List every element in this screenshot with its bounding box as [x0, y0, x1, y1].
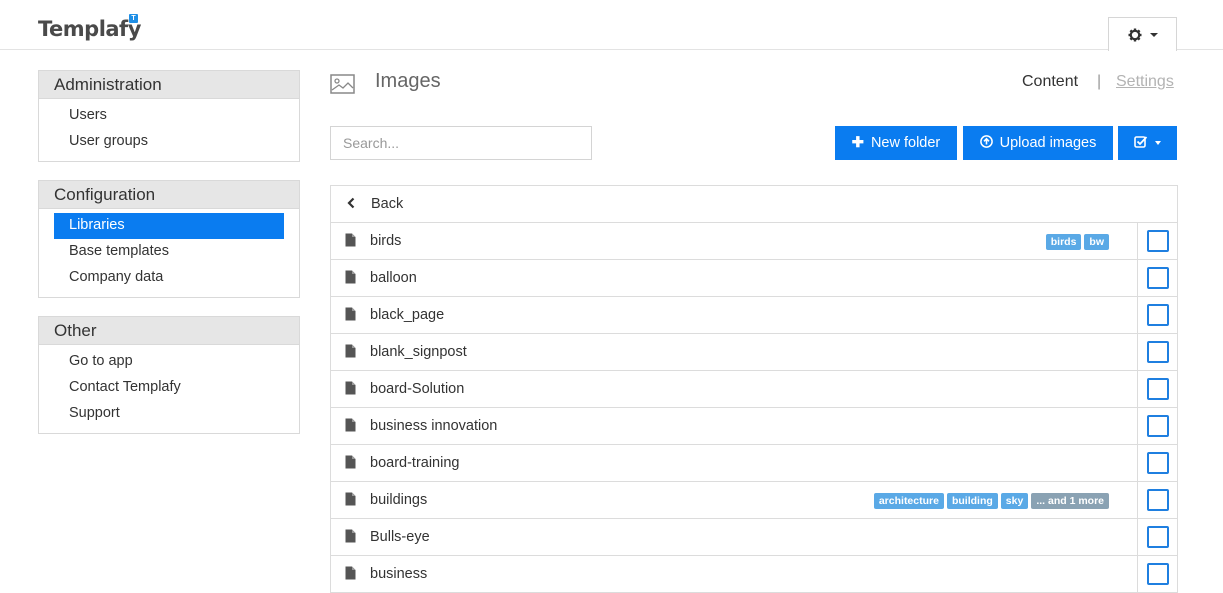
item-name[interactable]: birds	[370, 233, 401, 249]
list-item[interactable]: buildings architecture building sky... and …	[331, 482, 1177, 519]
list-item[interactable]: black_page	[331, 297, 1177, 334]
chevron-down-icon	[1150, 33, 1158, 37]
page-title: Images	[375, 70, 441, 92]
tag-badge[interactable]: sky	[1000, 493, 1029, 509]
tag-badge[interactable]: building	[946, 493, 998, 509]
row-checkbox[interactable]	[1147, 563, 1169, 585]
back-label: Back	[371, 196, 404, 212]
row-checkbox[interactable]	[1147, 489, 1169, 511]
select-cell	[1137, 260, 1178, 296]
file-icon	[345, 344, 356, 363]
item-name[interactable]: business	[370, 566, 427, 582]
chevron-left-icon	[347, 197, 355, 209]
select-cell	[1137, 482, 1178, 518]
select-cell	[1137, 334, 1178, 370]
item-name[interactable]: business innovation	[370, 418, 497, 434]
list-item[interactable]: blank_signpost	[331, 334, 1177, 371]
back-row[interactable]: Back	[331, 186, 1177, 223]
file-icon	[345, 307, 356, 326]
list-item[interactable]: business	[331, 556, 1177, 593]
bulk-select-dropdown-button[interactable]	[1118, 126, 1177, 160]
item-name[interactable]: blank_signpost	[370, 344, 467, 360]
panel-title: Configuration	[39, 181, 299, 209]
item-name[interactable]: Bulls-eye	[370, 529, 430, 545]
tag-badge[interactable]: birds	[1045, 234, 1082, 250]
row-checkbox[interactable]	[1147, 267, 1169, 289]
list-item[interactable]: board-training	[331, 445, 1177, 482]
search-input[interactable]	[330, 126, 592, 160]
new-folder-label: New folder	[870, 135, 941, 151]
panel-title: Administration	[39, 71, 299, 99]
sidebar-item-contact-templafy[interactable]: Contact Templafy	[54, 375, 284, 401]
select-cell	[1137, 556, 1178, 592]
gear-icon	[1128, 28, 1142, 42]
select-cell	[1137, 445, 1178, 481]
tab-settings[interactable]: Settings	[1116, 73, 1174, 91]
configuration-panel: Configuration Libraries Base templates C…	[38, 180, 300, 298]
list-item[interactable]: board-Solution	[331, 371, 1177, 408]
row-checkbox[interactable]	[1147, 341, 1169, 363]
row-checkbox[interactable]	[1147, 230, 1169, 252]
sidebar-item-base-templates[interactable]: Base templates	[54, 239, 284, 265]
image-icon	[330, 74, 355, 94]
top-bar: Templafy T	[0, 0, 1223, 51]
item-name[interactable]: balloon	[370, 270, 417, 286]
new-folder-button[interactable]: ✚ New folder	[835, 126, 957, 160]
row-checkbox[interactable]	[1147, 526, 1169, 548]
select-cell	[1137, 408, 1178, 444]
list-item[interactable]: balloon	[331, 260, 1177, 297]
item-name[interactable]: buildings	[370, 492, 427, 508]
select-cell	[1137, 297, 1178, 333]
list-item[interactable]: business innovation	[331, 408, 1177, 445]
select-cell	[1137, 519, 1178, 555]
sidebar-item-support[interactable]: Support	[54, 401, 284, 427]
settings-dropdown-button[interactable]	[1108, 17, 1177, 51]
sidebar-item-libraries[interactable]: Libraries	[54, 213, 284, 239]
tag-list: architecture building sky... and 1 more	[873, 493, 1109, 509]
logo-badge: T	[129, 14, 138, 23]
file-icon	[345, 418, 356, 437]
sidebar-item-users[interactable]: Users	[54, 103, 284, 129]
select-cell	[1137, 223, 1178, 259]
plus-icon: ✚	[851, 135, 864, 151]
administration-panel: Administration Users User groups	[38, 70, 300, 162]
checkbox-check-icon	[1134, 136, 1148, 148]
tag-list: birds bw	[1045, 234, 1109, 250]
row-checkbox[interactable]	[1147, 452, 1169, 474]
file-icon	[345, 455, 356, 474]
tag-badge[interactable]: bw	[1084, 234, 1109, 250]
panel-title: Other	[39, 317, 299, 345]
list-item[interactable]: Bulls-eye	[331, 519, 1177, 556]
file-icon	[345, 529, 356, 548]
row-checkbox[interactable]	[1147, 415, 1169, 437]
other-panel: Other Go to app Contact Templafy Support	[38, 316, 300, 434]
file-icon	[345, 233, 356, 252]
select-cell	[1137, 371, 1178, 407]
tab-content[interactable]: Content	[1022, 73, 1078, 91]
image-list: Back birds birds bw balloon black_page blank_…	[330, 185, 1178, 593]
tag-badge[interactable]: architecture	[873, 493, 944, 509]
item-name[interactable]: black_page	[370, 307, 444, 323]
item-name[interactable]: board-training	[370, 455, 459, 471]
upload-images-label: Upload images	[999, 135, 1097, 151]
row-checkbox[interactable]	[1147, 304, 1169, 326]
sidebar-item-company-data[interactable]: Company data	[54, 265, 284, 291]
upload-icon	[979, 135, 993, 148]
row-checkbox[interactable]	[1147, 378, 1169, 400]
file-icon	[345, 566, 356, 585]
file-icon	[345, 381, 356, 400]
file-icon	[345, 270, 356, 289]
sidebar-item-user-groups[interactable]: User groups	[54, 129, 284, 155]
sidebar-item-go-to-app[interactable]: Go to app	[54, 349, 284, 375]
list-item[interactable]: birds birds bw	[331, 223, 1177, 260]
file-icon	[345, 492, 356, 511]
tab-separator: |	[1097, 73, 1102, 90]
more-tags-badge[interactable]: ... and 1 more	[1031, 493, 1109, 509]
item-name[interactable]: board-Solution	[370, 381, 464, 397]
upload-images-button[interactable]: Upload images	[963, 126, 1113, 160]
templafy-logo[interactable]: Templafy	[38, 17, 141, 41]
chevron-down-icon	[1154, 141, 1161, 145]
